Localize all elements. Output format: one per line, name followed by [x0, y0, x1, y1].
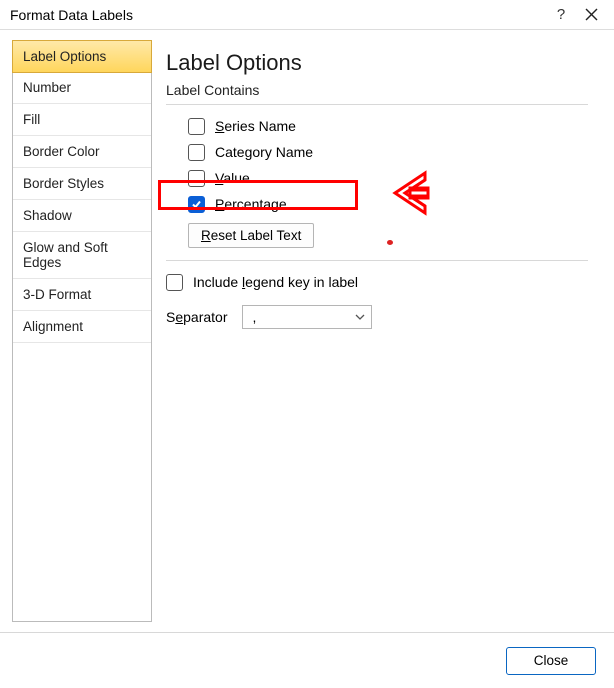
- separator-label: Separator: [166, 309, 228, 325]
- label-category-name: Category Name: [215, 144, 313, 160]
- main-panel: Label Options Label Contains Series Name…: [152, 40, 602, 622]
- checkbox-percentage[interactable]: [188, 196, 205, 213]
- chevron-down-icon: [355, 314, 365, 320]
- dialog-title: Format Data Labels: [10, 7, 546, 23]
- sidebar-item-3d-format[interactable]: 3-D Format: [13, 279, 151, 311]
- footer-bar: Close: [0, 632, 614, 688]
- sidebar-item-fill[interactable]: Fill: [13, 104, 151, 136]
- label-value: Value: [215, 170, 250, 186]
- close-button[interactable]: Close: [506, 647, 596, 675]
- sidebar-item-label-options[interactable]: Label Options: [12, 40, 152, 73]
- sidebar: Label Options Number Fill Border Color B…: [12, 40, 152, 622]
- separator-value: ,: [253, 309, 257, 325]
- dialog-body: Label Options Number Fill Border Color B…: [0, 30, 614, 632]
- sidebar-item-glow-soft-edges[interactable]: Glow and Soft Edges: [13, 232, 151, 279]
- label-contains-group: Series Name Category Name Value Percenta…: [166, 113, 588, 217]
- close-icon[interactable]: [576, 8, 606, 21]
- titlebar: Format Data Labels ?: [0, 0, 614, 30]
- separator-select[interactable]: ,: [242, 305, 372, 329]
- sidebar-item-border-styles[interactable]: Border Styles: [13, 168, 151, 200]
- sidebar-item-shadow[interactable]: Shadow: [13, 200, 151, 232]
- divider: [166, 260, 588, 261]
- label-include-legend-key: Include legend key in label: [193, 274, 358, 290]
- label-series-name: Series Name: [215, 118, 296, 134]
- checkbox-category-name[interactable]: [188, 144, 205, 161]
- panel-heading: Label Options: [166, 50, 588, 76]
- reset-label-text-button[interactable]: Reset Label Text: [188, 223, 314, 248]
- checkbox-value[interactable]: [188, 170, 205, 187]
- checkbox-include-legend-key[interactable]: [166, 274, 183, 291]
- sidebar-item-alignment[interactable]: Alignment: [13, 311, 151, 343]
- annotation-dot: [387, 240, 393, 245]
- divider: [166, 104, 588, 105]
- label-percentage: Percentage: [215, 196, 287, 212]
- checkbox-series-name[interactable]: [188, 118, 205, 135]
- help-button[interactable]: ?: [546, 6, 576, 23]
- label-contains-header: Label Contains: [166, 82, 588, 98]
- sidebar-item-number[interactable]: Number: [13, 72, 151, 104]
- sidebar-item-border-color[interactable]: Border Color: [13, 136, 151, 168]
